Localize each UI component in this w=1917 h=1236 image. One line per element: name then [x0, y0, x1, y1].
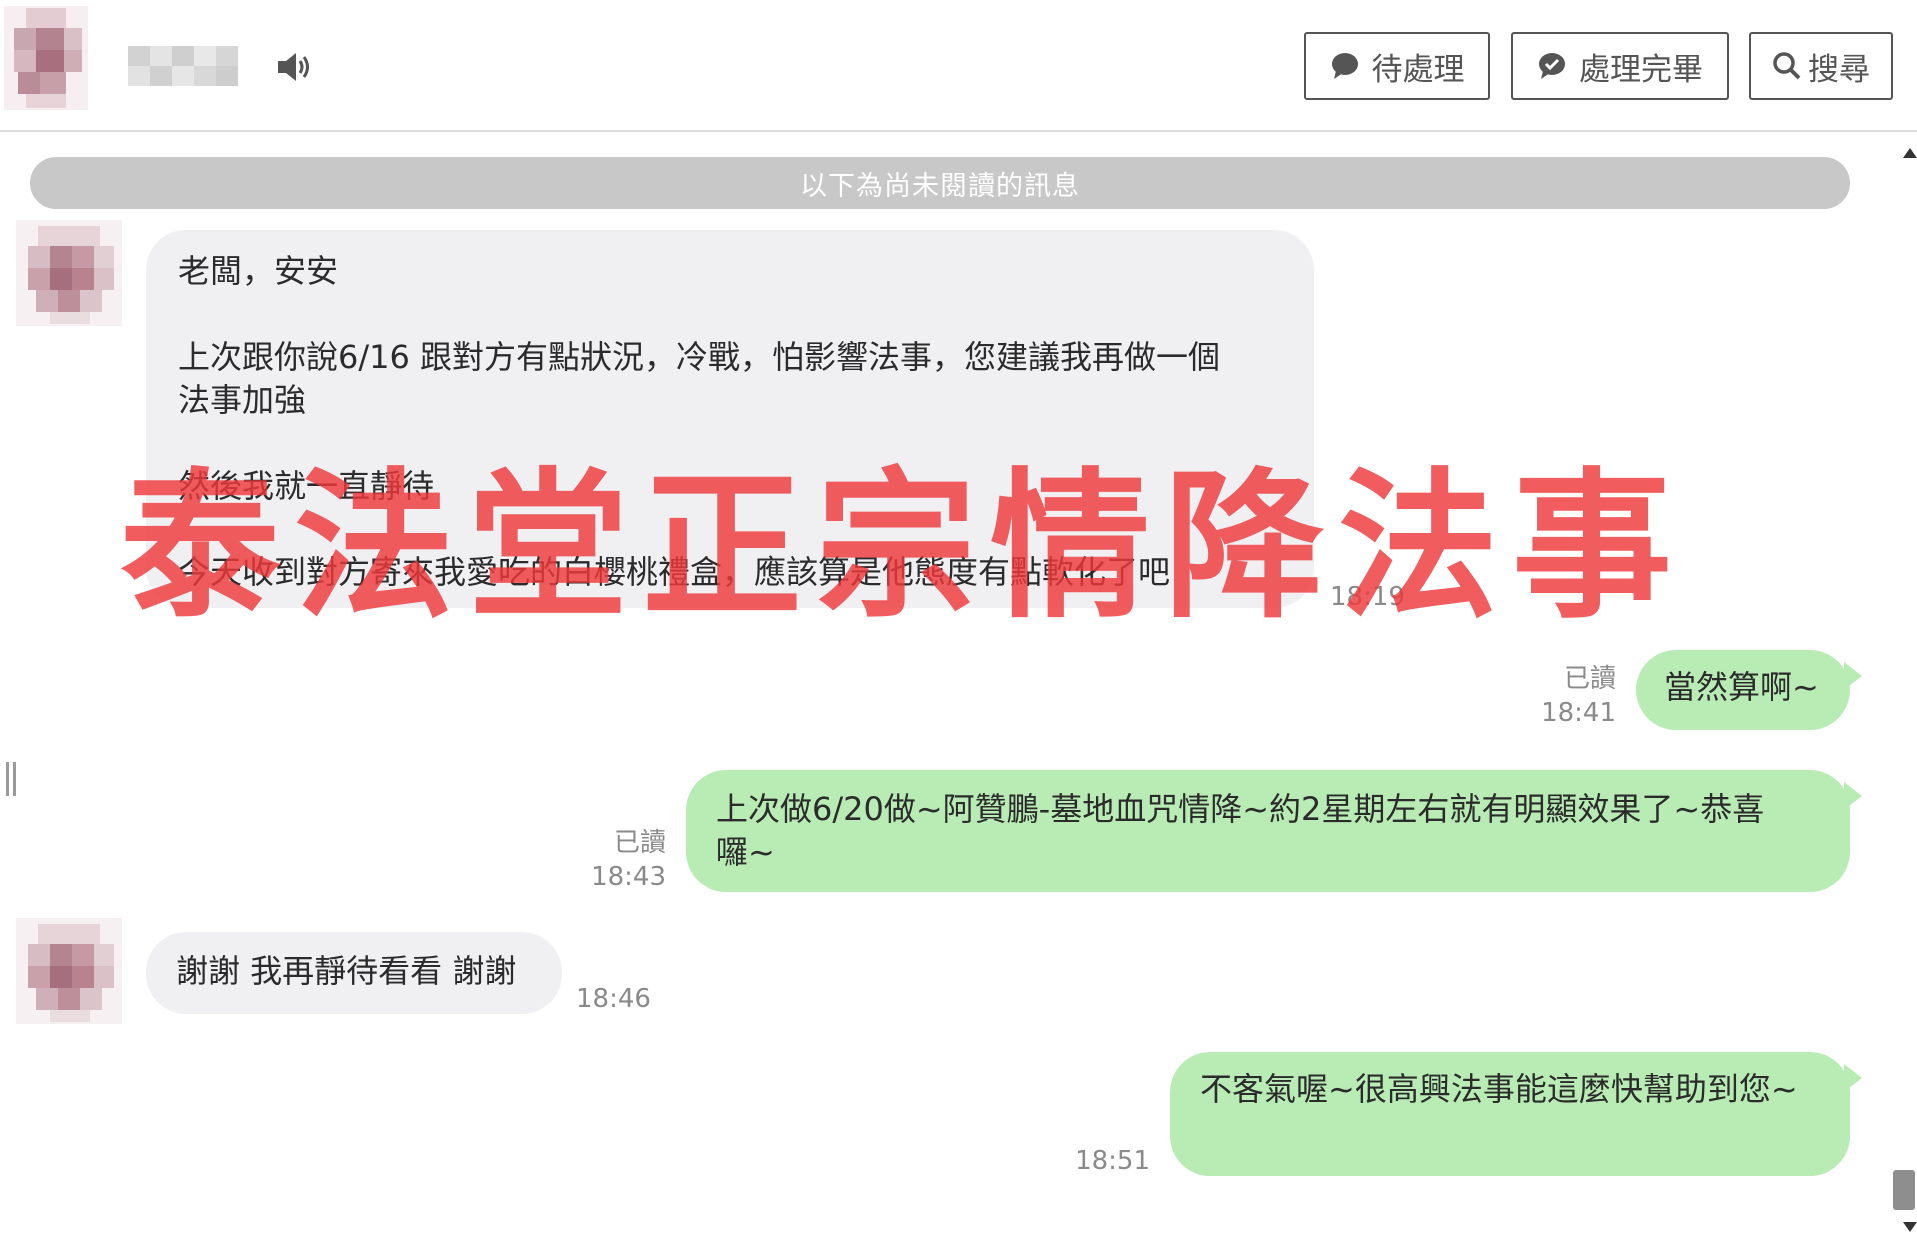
message-line: 上次跟你說6/16 跟對方有點狀況，冷戰，怕影響法事，您建議我再做一個: [178, 338, 1221, 376]
message-time: 18:51: [1075, 1146, 1150, 1176]
message-meta: 18:51: [1066, 1144, 1150, 1178]
completed-button[interactable]: 處理完畢: [1511, 32, 1729, 100]
message-line: 囉~: [716, 833, 775, 871]
message-line: [178, 293, 1282, 336]
message-bubble-outgoing[interactable]: 當然算啊~: [1636, 650, 1850, 730]
message-line: 謝謝 我再靜待看看 謝謝: [176, 952, 517, 990]
completed-button-label: 處理完畢: [1579, 51, 1703, 88]
sender-avatar[interactable]: [16, 918, 122, 1024]
scroll-thumb[interactable]: [1893, 1170, 1915, 1210]
unread-divider-label: 以下為尚未閱讀的訊息: [800, 170, 1080, 202]
read-status: 已讀: [613, 828, 666, 858]
chat-check-icon: [1539, 53, 1565, 79]
search-button[interactable]: 搜尋: [1749, 32, 1893, 100]
watermark-text: 泰法堂正宗情降法事: [120, 453, 1687, 640]
bubble-tail: [1844, 662, 1862, 690]
bubble-tail: [1844, 1064, 1862, 1092]
resize-handle[interactable]: [6, 762, 20, 796]
pending-button[interactable]: 待處理: [1304, 32, 1490, 100]
scroll-down-arrow-icon[interactable]: [1903, 1222, 1917, 1232]
message-meta: 18:46: [576, 982, 651, 1016]
read-status: 已讀: [1563, 664, 1616, 694]
message-time: 18:46: [576, 984, 651, 1014]
message-meta: 已讀 18:41: [1520, 662, 1616, 730]
chat-header: 待處理 處理完畢 搜尋: [0, 0, 1917, 132]
bubble-tail: [1844, 782, 1862, 810]
search-button-label: 搜尋: [1808, 51, 1870, 88]
message-bubble-outgoing[interactable]: 不客氣喔~很高興法事能這麼快幫助到您~: [1170, 1052, 1850, 1176]
message-line: 法事加強: [178, 381, 307, 419]
search-icon: [1773, 52, 1801, 80]
message-meta: 已讀 18:43: [580, 826, 666, 894]
unread-divider: 以下為尚未閱讀的訊息: [30, 157, 1850, 209]
message-time: 18:43: [591, 862, 666, 892]
contact-name-blurred: [128, 46, 256, 88]
chat-scrollbar[interactable]: [1890, 132, 1917, 1236]
contact-avatar[interactable]: [4, 6, 88, 110]
chat-bubble-icon: [1331, 53, 1358, 79]
message-line: 不客氣喔~很高興法事能這麼快幫助到您~: [1200, 1070, 1798, 1108]
sender-avatar[interactable]: [16, 220, 122, 326]
pending-button-label: 待處理: [1371, 51, 1465, 88]
message-line: 當然算啊~: [1664, 668, 1819, 706]
message-line: 上次做6/20做~阿贊鵬-墓地血咒情降~約2星期左右就有明顯效果了~恭喜: [716, 790, 1765, 828]
scroll-up-arrow-icon[interactable]: [1903, 148, 1917, 158]
message-line: 老闆，安安: [178, 252, 339, 290]
message-bubble-outgoing[interactable]: 上次做6/20做~阿贊鵬-墓地血咒情降~約2星期左右就有明顯效果了~恭喜 囉~: [686, 770, 1850, 892]
message-bubble-incoming[interactable]: 謝謝 我再靜待看看 謝謝: [146, 932, 562, 1014]
message-time: 18:41: [1541, 698, 1616, 728]
speaker-icon[interactable]: [276, 50, 312, 84]
